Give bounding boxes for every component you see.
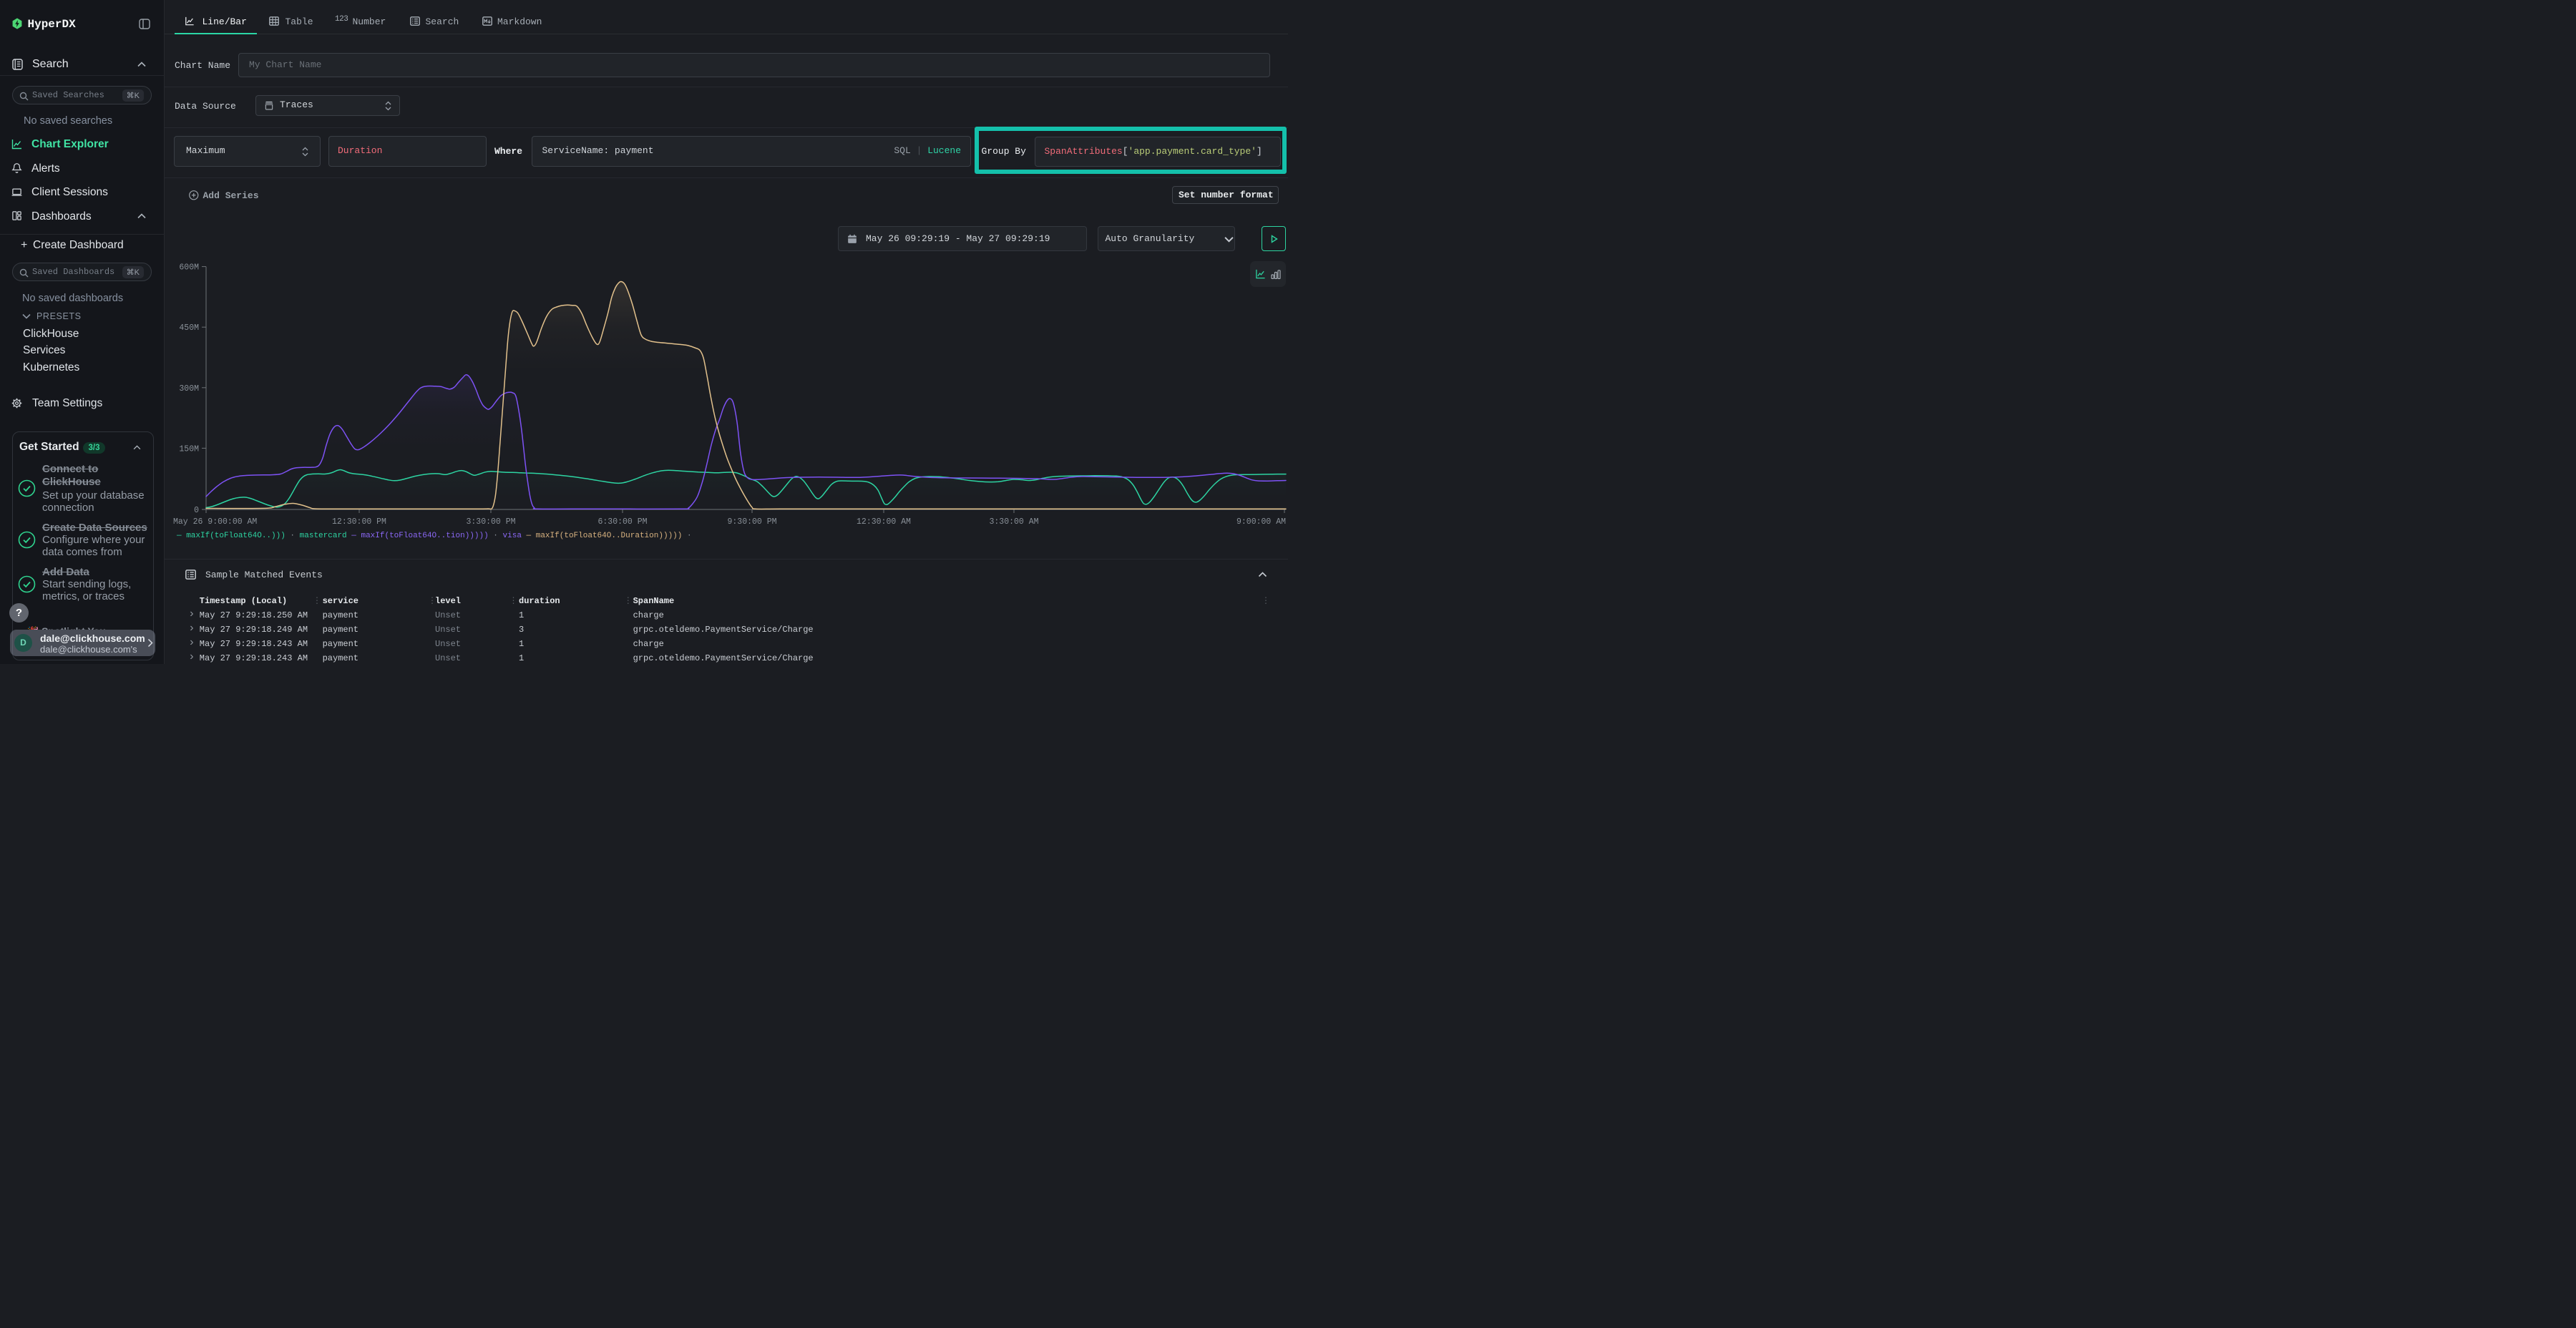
svg-text:12:30:00 PM: 12:30:00 PM	[332, 517, 386, 527]
svg-text:0: 0	[194, 506, 199, 515]
svg-text:600M: 600M	[179, 263, 199, 273]
svg-text:9:00:00 AM: 9:00:00 AM	[1236, 517, 1286, 527]
svg-text:150M: 150M	[179, 444, 199, 454]
svg-text:12:30:00 AM: 12:30:00 AM	[857, 517, 911, 527]
svg-text:450M: 450M	[179, 323, 199, 333]
svg-text:300M: 300M	[179, 384, 199, 394]
svg-text:9:30:00 PM: 9:30:00 PM	[727, 517, 776, 527]
svg-text:3:30:00 AM: 3:30:00 AM	[989, 517, 1038, 527]
svg-text:6:30:00 PM: 6:30:00 PM	[597, 517, 647, 527]
svg-text:May 26 9:00:00 AM: May 26 9:00:00 AM	[173, 517, 257, 527]
svg-text:3:30:00 PM: 3:30:00 PM	[466, 517, 515, 527]
